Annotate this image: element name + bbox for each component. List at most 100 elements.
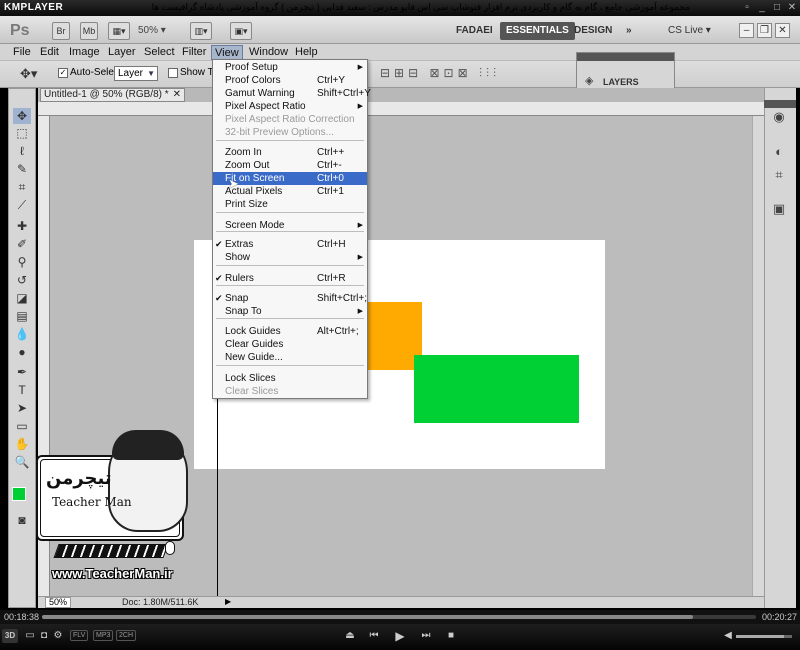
dock-header[interactable] [764, 100, 796, 108]
move-tool-icon[interactable]: ✥ [13, 108, 31, 124]
menu-separator [216, 140, 364, 141]
menu-layer[interactable]: Layer [105, 45, 139, 59]
auto-select-checkbox[interactable]: ✓ [58, 68, 68, 78]
menu-filter[interactable]: Filter [179, 45, 209, 59]
zoom-tool-icon[interactable]: 🔍 [13, 454, 31, 470]
menu-item-shortcut: Alt+Ctrl+; [317, 326, 359, 337]
view-extras-icon[interactable]: ▦▾ [108, 22, 130, 40]
layers-panel-label: LAYERS [603, 77, 639, 87]
view-menu-item[interactable]: Lock Guides Alt+Ctrl+; [213, 325, 367, 338]
view-menu-item[interactable]: Zoom Out Ctrl+- [213, 159, 367, 172]
hand-tool-icon[interactable]: ✋ [13, 436, 31, 452]
arrange-documents-icon[interactable]: ▥▾ [190, 22, 212, 40]
view-menu-item[interactable]: Pixel Aspect Ratio ▶ [213, 100, 367, 113]
menu-file[interactable]: File [10, 45, 34, 59]
quick-select-tool-icon[interactable]: ✎ [13, 161, 31, 177]
pen-tool-icon[interactable]: ✒ [13, 364, 31, 380]
menu-edit[interactable]: Edit [37, 45, 62, 59]
badge-3d[interactable]: 3D [2, 629, 18, 643]
view-menu-item[interactable]: ✔ Rulers Ctrl+R [213, 272, 367, 285]
next-icon[interactable]: ⏭ [418, 629, 434, 643]
menu-select[interactable]: Select [141, 45, 178, 59]
stop-icon[interactable]: ■ [443, 629, 459, 643]
screen-mode-icon[interactable]: ▣▾ [230, 22, 252, 40]
menu-item-label: Zoom Out [225, 160, 270, 171]
submenu-arrow-icon: ▶ [357, 64, 363, 71]
adjustments-panel-icon[interactable]: ◐ [770, 143, 788, 161]
view-menu-item[interactable]: Show ▶ [213, 251, 367, 264]
green-rectangle[interactable] [414, 355, 579, 423]
previous-icon[interactable]: ⏮ [366, 629, 382, 643]
gradient-tool-icon[interactable]: ▤ [13, 308, 31, 324]
bridge-button[interactable]: Br [52, 22, 70, 40]
menu-window[interactable]: Window [246, 45, 291, 59]
workspace-fadaei[interactable]: FADAEI [450, 22, 499, 40]
badge-mp3: MP3 [93, 630, 114, 641]
menu-image[interactable]: Image [66, 45, 103, 59]
healing-brush-tool-icon[interactable]: ✚ [13, 218, 31, 234]
view-menu-item[interactable]: Zoom In Ctrl++ [213, 146, 367, 159]
view-menu-item[interactable]: Lock Slices [213, 372, 367, 385]
marquee-tool-icon[interactable]: ⬚ [13, 125, 31, 141]
view-menu-item[interactable]: Gamut Warning Shift+Ctrl+Y [213, 87, 371, 100]
vertical-scrollbar[interactable] [752, 116, 764, 596]
view-menu-item[interactable]: ✔ Snap Shift+Ctrl+; [213, 292, 367, 305]
view-menu-item[interactable]: Clear Guides [213, 338, 367, 351]
color-panel-icon[interactable]: ◉ [770, 108, 788, 126]
shape-tool-icon[interactable]: ▭ [13, 418, 31, 434]
ps-close-icon[interactable]: ✕ [775, 23, 790, 38]
eraser-tool-icon[interactable]: ◪ [13, 290, 31, 306]
ps-minimize-icon[interactable]: – [739, 23, 754, 38]
view-menu-item[interactable]: Snap To ▶ [213, 305, 367, 318]
status-menu-arrow-icon[interactable]: ▶ [225, 597, 231, 606]
close-icon[interactable]: ✕ [785, 2, 799, 14]
maximize-icon[interactable]: □ [770, 2, 784, 14]
tab-close-icon[interactable]: ✕ [173, 89, 181, 101]
eyedropper-tool-icon[interactable]: ⟋ [13, 197, 31, 213]
workspace-essentials[interactable]: ESSENTIALS [500, 22, 575, 40]
transform-panel-icon[interactable]: ⌗ [770, 166, 788, 184]
pin-icon[interactable]: ▫ [740, 2, 754, 14]
cs-live-button[interactable]: CS Live ▾ [668, 22, 711, 40]
panel-header[interactable] [577, 53, 674, 61]
blur-tool-icon[interactable]: 💧 [13, 326, 31, 342]
show-transform-checkbox[interactable] [168, 68, 178, 78]
mini-bridge-panel-icon[interactable]: ▣ [770, 200, 788, 218]
volume-icon[interactable]: ◀ [720, 629, 736, 643]
menu-help[interactable]: Help [292, 45, 321, 59]
history-brush-tool-icon[interactable]: ↺ [13, 272, 31, 288]
checkmark-icon: ✔ [215, 239, 223, 249]
document-tab[interactable]: Untitled-1 @ 50% (RGB/8) * ✕ [40, 88, 185, 102]
eject-icon[interactable]: ⏏ [342, 629, 358, 643]
lasso-tool-icon[interactable]: ℓ [13, 143, 31, 159]
view-menu-item[interactable]: Proof Colors Ctrl+Y [213, 74, 367, 87]
workspace-design[interactable]: DESIGN [568, 22, 618, 40]
clone-stamp-tool-icon[interactable]: ⚲ [13, 254, 31, 270]
settings-icon[interactable]: ⚙ [50, 629, 66, 643]
status-zoom-field[interactable]: 50% [45, 597, 71, 608]
menu-item-label: Show [225, 252, 251, 263]
view-menu-item[interactable]: ✔ Extras Ctrl+H [213, 238, 367, 251]
mini-bridge-button[interactable]: Mb [80, 22, 98, 40]
quick-mask-icon[interactable]: ◙ [13, 512, 31, 528]
horizontal-ruler[interactable] [38, 102, 764, 116]
total-time: 00:20:27 [762, 612, 798, 622]
foreground-color-swatch[interactable] [12, 487, 26, 501]
view-menu-item[interactable]: New Guide... [213, 351, 367, 364]
dodge-tool-icon[interactable]: ● [13, 344, 31, 360]
path-selection-tool-icon[interactable]: ➤ [13, 400, 31, 416]
ps-restore-icon[interactable]: ❐ [757, 23, 772, 38]
view-menu-item[interactable]: Proof Setup ▶ [213, 61, 367, 74]
minimize-icon[interactable]: _ [755, 2, 769, 14]
brush-tool-icon[interactable]: ✐ [13, 236, 31, 252]
play-icon[interactable]: ▶ [392, 629, 408, 643]
menu-item-label: Pixel Aspect Ratio Correction [225, 114, 355, 125]
workspace-more-icon[interactable]: » [620, 22, 638, 40]
align-icons[interactable]: ⊟⊞⊟ ⊠⊡⊠ ⫶⫶⫶ [380, 66, 500, 81]
view-menu-item[interactable]: Print Size [213, 198, 367, 211]
zoom-level-dropdown[interactable]: 50% ▾ [138, 22, 180, 40]
type-tool-icon[interactable]: T [13, 382, 31, 398]
crop-tool-icon[interactable]: ⌗ [13, 179, 31, 195]
auto-select-dropdown[interactable]: Layer ▼ [114, 66, 158, 81]
move-tool-preset-icon[interactable]: ✥▾ [20, 66, 37, 82]
